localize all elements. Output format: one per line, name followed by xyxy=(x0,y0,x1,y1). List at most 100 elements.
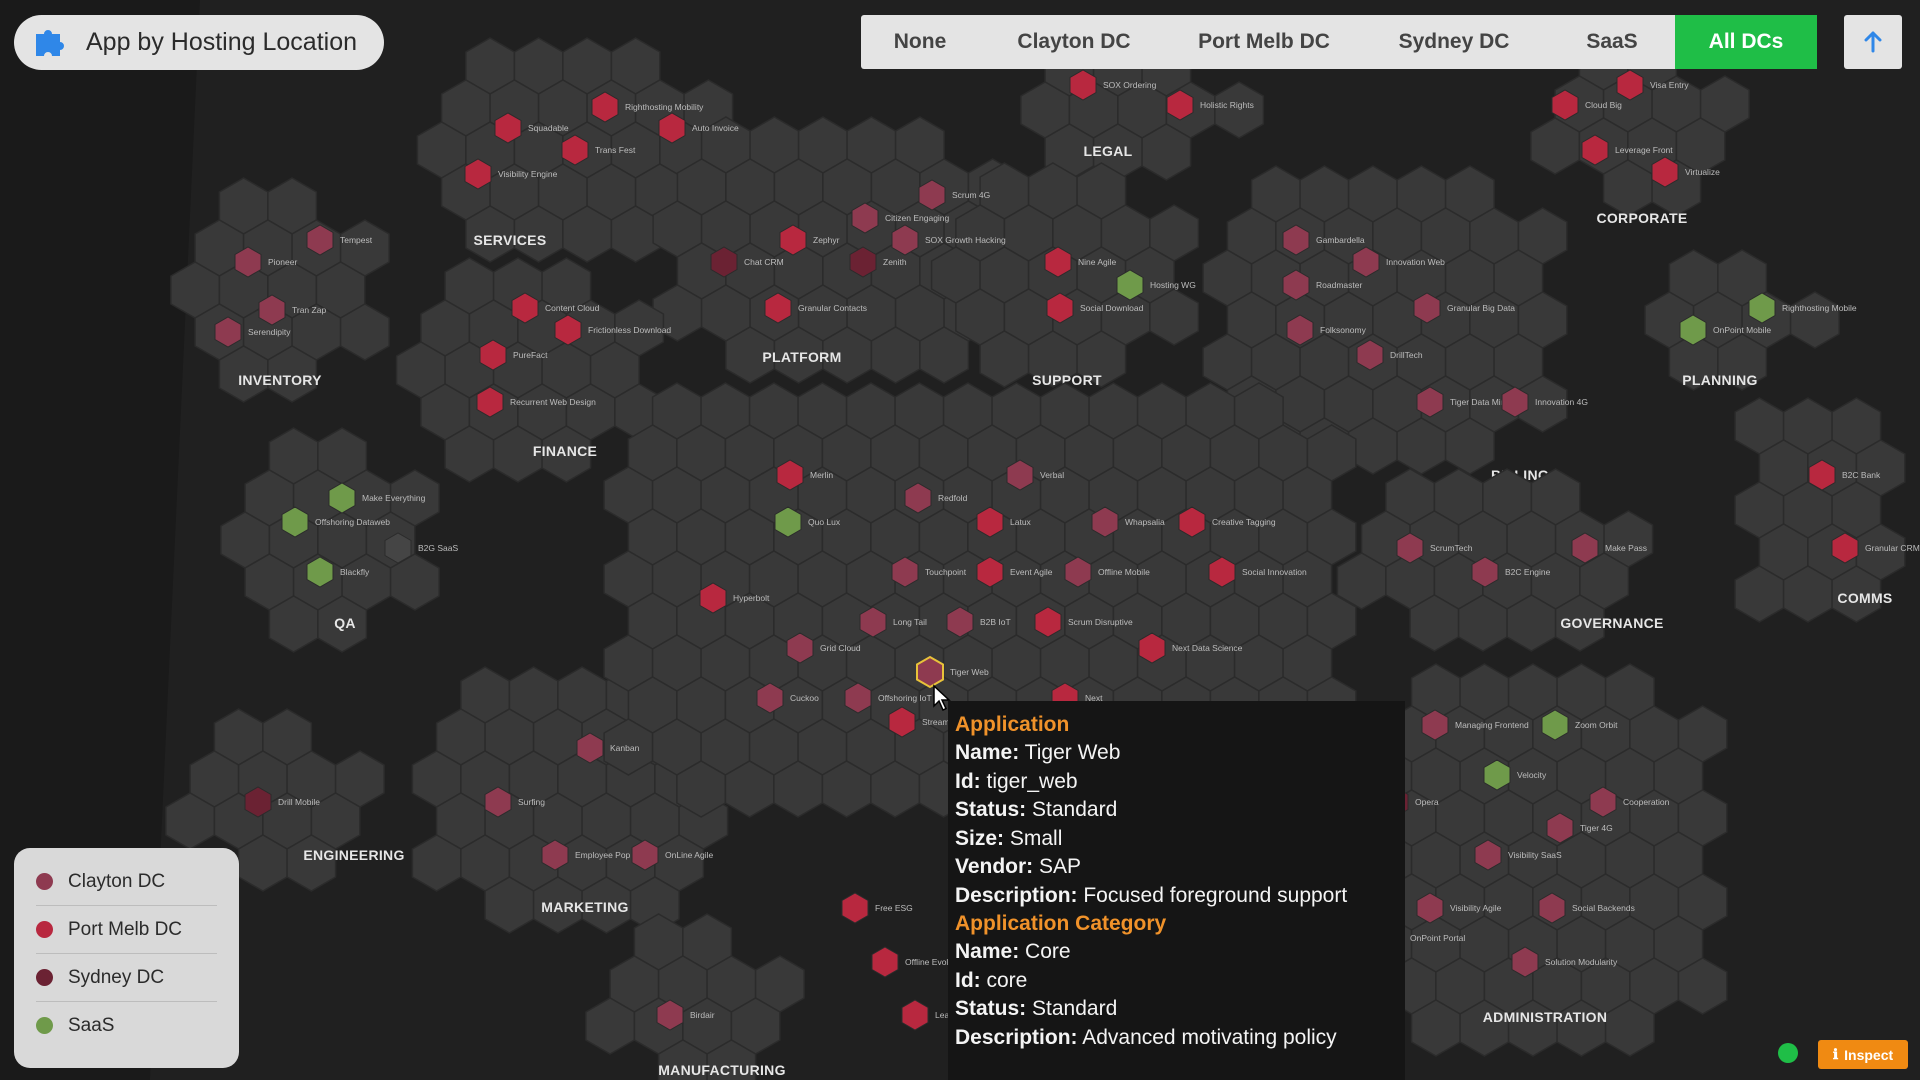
cluster-label: SERVICES xyxy=(474,232,547,248)
capability-cluster[interactable] xyxy=(585,913,805,1080)
tooltip-row: Name: Core xyxy=(955,938,1399,967)
app-label: Auto Invoice xyxy=(692,123,739,133)
app-label: Innovation 4G xyxy=(1535,397,1588,407)
app-label: Managing Frontend xyxy=(1455,720,1529,730)
app-label: Social Download xyxy=(1080,303,1144,313)
app-label: Leverage Front xyxy=(1615,145,1673,155)
filter-sydney-button[interactable]: Sydney DC xyxy=(1359,15,1549,69)
app-label: Employee Pop xyxy=(575,850,631,860)
cluster-label: LEGAL xyxy=(1084,143,1133,159)
app-label: Blackfly xyxy=(340,567,370,577)
cluster-label: QA xyxy=(334,615,356,631)
app-label: Visa Entry xyxy=(1650,80,1689,90)
inspect-button[interactable]: ℹ Inspect xyxy=(1818,1040,1908,1069)
app-label: OnPoint Portal xyxy=(1410,933,1465,943)
tooltip-category-heading: Application Category xyxy=(955,912,1167,935)
app-label: Trans Fest xyxy=(595,145,636,155)
app-label: Chat CRM xyxy=(744,257,784,267)
legend-item-sydney: Sydney DC xyxy=(36,954,217,1002)
tooltip-value: Small xyxy=(1009,826,1063,850)
capability-cluster[interactable] xyxy=(1644,249,1840,391)
app-label: Offshoring IoT xyxy=(878,693,932,703)
app-label: Tiger 4G xyxy=(1580,823,1613,833)
tooltip-value: tiger_web xyxy=(986,769,1078,793)
filter-saas-button[interactable]: SaaS xyxy=(1549,15,1675,69)
app-label: Folksonomy xyxy=(1320,325,1367,335)
app-label: Tran Zap xyxy=(292,305,326,315)
capability-cluster[interactable] xyxy=(1734,397,1906,623)
inspect-label: Inspect xyxy=(1844,1046,1894,1063)
legend-panel: Clayton DC Port Melb DC Sydney DC SaaS xyxy=(14,848,239,1068)
tooltip-key: Id: xyxy=(955,968,981,992)
capability-cluster[interactable] xyxy=(395,257,665,483)
app-label: Merlin xyxy=(810,470,833,480)
capability-cluster[interactable] xyxy=(170,177,390,403)
app-hex-shape xyxy=(916,655,944,689)
app-label: Make Pass xyxy=(1605,543,1647,553)
tooltip-key: Description: xyxy=(955,883,1078,907)
tooltip-row: Id: tiger_web xyxy=(955,768,1399,797)
filter-none-button[interactable]: None xyxy=(861,15,979,69)
legend-item-portmelb: Port Melb DC xyxy=(36,906,217,954)
app-label: Tempest xyxy=(340,235,373,245)
app-label: Innovation Web xyxy=(1386,257,1445,267)
hosting-filter-bar: None Clayton DC Port Melb DC Sydney DC S… xyxy=(861,15,1817,69)
tooltip-key: Name: xyxy=(955,741,1020,764)
filter-clayton-button[interactable]: Clayton DC xyxy=(979,15,1169,69)
app-label: Kanban xyxy=(610,743,640,753)
app-label: Zephyr xyxy=(813,235,840,245)
app-label: Event Agile xyxy=(1010,567,1053,577)
filter-all-dcs-button[interactable]: All DCs xyxy=(1675,15,1817,69)
app-label: Righthosting Mobile xyxy=(1782,303,1857,313)
app-label: B2C Engine xyxy=(1505,567,1551,577)
app-label: SOX Growth Hacking xyxy=(925,235,1006,245)
cluster-label: FINANCE xyxy=(533,443,597,459)
app-label: Make Everything xyxy=(362,493,426,503)
app-label: Drill Mobile xyxy=(278,797,320,807)
view-title-pill[interactable]: App by Hosting Location xyxy=(14,15,384,70)
legend-item-saas: SaaS xyxy=(36,1002,217,1049)
app-label: Solution Modularity xyxy=(1545,957,1618,967)
app-hex-shape xyxy=(901,999,929,1031)
tooltip-row: Vendor: SAP xyxy=(955,853,1399,882)
tooltip-key: Id: xyxy=(955,769,981,793)
filter-portmelb-button[interactable]: Port Melb DC xyxy=(1169,15,1359,69)
app-label: Whapsalia xyxy=(1125,517,1165,527)
app-hex[interactable]: Free ESG xyxy=(841,892,913,924)
tooltip-key: Description: xyxy=(955,1025,1078,1049)
legend-label: Sydney DC xyxy=(68,966,165,988)
tooltip-value: Standard xyxy=(1032,997,1118,1020)
tooltip-key: Vendor: xyxy=(955,855,1034,878)
app-label: Long Tail xyxy=(893,617,927,627)
app-label: Quo Lux xyxy=(808,517,841,527)
cluster-label: PLATFORM xyxy=(762,349,841,365)
tooltip-row: Description: Advanced motivating policy xyxy=(955,1024,1399,1053)
app-label: Social Backends xyxy=(1572,903,1635,913)
cluster-label: MANUFACTURING xyxy=(658,1062,786,1078)
tooltip-application-heading: Application xyxy=(955,713,1070,736)
app-label: Serendipity xyxy=(248,327,291,337)
mouse-cursor-icon xyxy=(933,684,951,712)
app-label: Zenith xyxy=(883,257,907,267)
app-label: Granular Big Data xyxy=(1447,303,1515,313)
app-label: B2B IoT xyxy=(980,617,1011,627)
tooltip-value: Advanced motivating policy xyxy=(1082,1025,1337,1049)
legend-swatch xyxy=(36,969,53,986)
app-label: Holistic Rights xyxy=(1200,100,1254,110)
app-label: Squadable xyxy=(528,123,569,133)
app-label: Scrum Disruptive xyxy=(1068,617,1133,627)
cluster-hex-cell xyxy=(1214,81,1265,139)
app-label: Pioneer xyxy=(268,257,297,267)
app-label: Granular Contacts xyxy=(798,303,867,313)
tooltip-row: Size: Small xyxy=(955,825,1399,854)
app-label: Visibility SaaS xyxy=(1508,850,1562,860)
app-label: OnLine Agile xyxy=(665,850,713,860)
app-label: Cloud Big xyxy=(1585,100,1622,110)
cluster-label: ADMINISTRATION xyxy=(1483,1009,1608,1025)
scroll-up-button[interactable] xyxy=(1844,15,1902,69)
app-label: Opera xyxy=(1415,797,1439,807)
app-label: Cooperation xyxy=(1623,797,1670,807)
app-label: Creative Tagging xyxy=(1212,517,1276,527)
tooltip-row: Status: Standard xyxy=(955,995,1399,1024)
app-hex[interactable]: Lean xyxy=(901,999,954,1031)
